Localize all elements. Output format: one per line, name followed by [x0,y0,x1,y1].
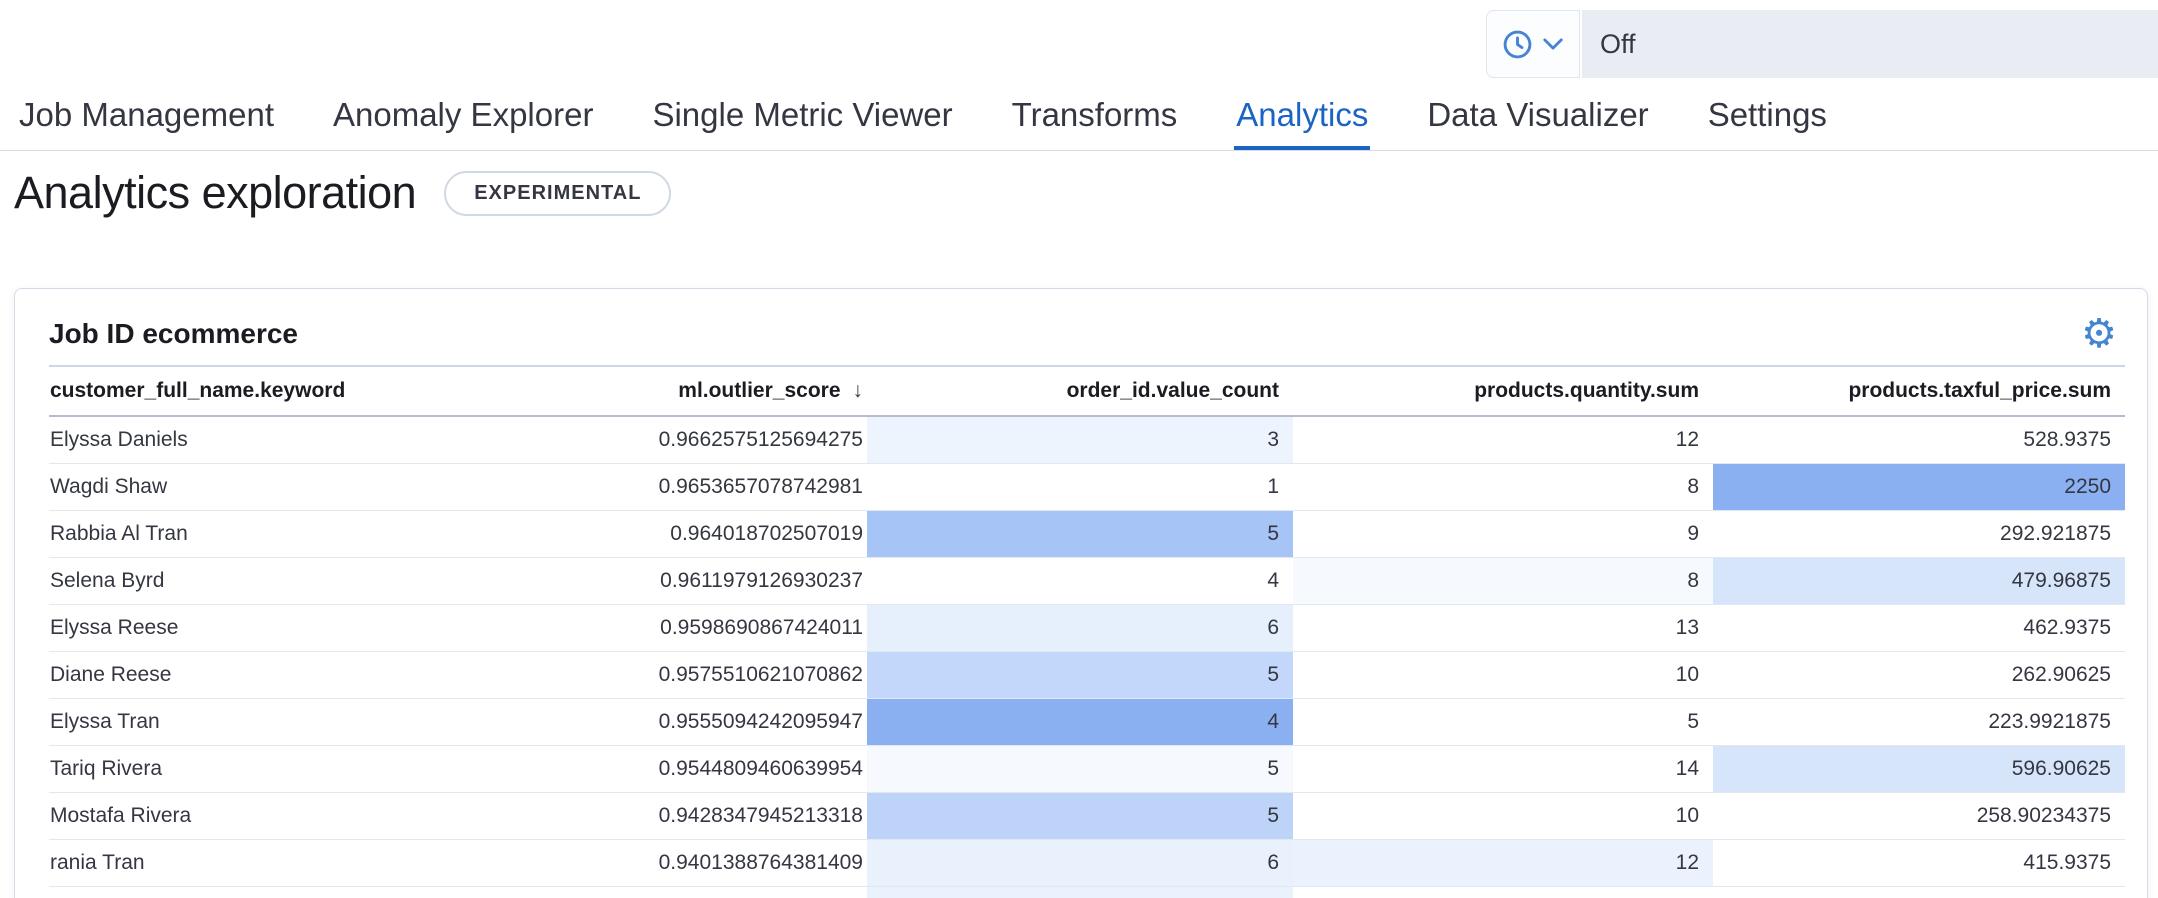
tab-anomaly-explorer[interactable]: Anomaly Explorer [331,79,595,150]
refresh-interval-picker: Off [1486,10,2158,78]
cell-name: Mostafa Rivera [49,793,641,840]
cell-name: rania Tran [49,840,641,887]
cell-orders: 5 [867,746,1293,793]
cell-orders: 5 [867,793,1293,840]
cell-name: Elyssa Tran [49,699,641,746]
outliers-results-table: customer_full_name.keywordml.outlier_sco… [49,367,2125,898]
table-row: Diane Reese0.9575510621070862510262.9062… [49,652,2125,699]
column-header-orders[interactable]: order_id.value_count [867,367,1293,416]
table-row: Selena Byrd0.961197912693023748479.96875 [49,558,2125,605]
table-row: Elyssa Tran0.955509424209594745223.99218… [49,699,2125,746]
refresh-interval-value[interactable]: Off [1582,10,2158,78]
cell-quantity: 12 [1293,416,1713,464]
cell-quantity: 13 [1293,605,1713,652]
cell-name: Rabbia Al Tran [49,511,641,558]
tab-data-visualizer[interactable]: Data Visualizer [1425,79,1650,150]
cell-price: 292.921875 [1713,511,2125,558]
chevron-down-icon [1542,37,1564,51]
cell-quantity: 12 [1293,840,1713,887]
cell-quantity: 12 [1293,887,1713,898]
tab-settings[interactable]: Settings [1706,79,1829,150]
cell-name: Tariq Rivera [49,746,641,793]
tab-single-metric-viewer[interactable]: Single Metric Viewer [650,79,954,150]
cell-orders: 5 [867,652,1293,699]
tab-analytics[interactable]: Analytics [1234,79,1370,150]
cell-orders: 5 [867,511,1293,558]
cell-orders: 4 [867,558,1293,605]
results-panel: Job ID ecommerce ⚙ customer_full_name.ke… [14,288,2148,898]
cell-score: 0.9428347945213318 [641,793,867,840]
cell-quantity: 14 [1293,746,1713,793]
column-header-quantity[interactable]: products.quantity.sum [1293,367,1713,416]
clock-icon [1502,29,1533,60]
cell-score: 0.9544809460639954 [641,746,867,793]
cell-orders: 6 [867,605,1293,652]
cell-name: Elyssa Reese [49,605,641,652]
cell-score: 0.9662575125694275 [641,416,867,464]
cell-price: 262.90625 [1713,652,2125,699]
ml-analytics-exploration-page: Off Job Management Anomaly Explorer Single… [0,0,2158,898]
cell-orders: 6 [867,840,1293,887]
table-row: Tariq Rivera0.9544809460639954514596.906… [49,746,2125,793]
table-header-row: customer_full_name.keywordml.outlier_sco… [49,367,2125,416]
cell-quantity: 9 [1293,511,1713,558]
page-title: Analytics exploration [14,167,416,219]
cell-score: 0.9555094242095947 [641,699,867,746]
refresh-settings-button[interactable] [1486,10,1580,78]
cell-score: 0.9598690867424011 [641,605,867,652]
cell-quantity: 8 [1293,558,1713,605]
cell-price: 462.9375 [1713,605,2125,652]
table-row: Elyssa Daniels0.9662575125694275312528.9… [49,416,2125,464]
cell-quantity: 10 [1293,652,1713,699]
table-row: Rabbia Al Tran0.96401870250701959292.921… [49,511,2125,558]
column-header-name[interactable]: customer_full_name.keyword [49,367,641,416]
cell-orders: 1 [867,464,1293,511]
cell-score: 0.9611979126930237 [641,558,867,605]
column-header-score[interactable]: ml.outlier_score↓ [641,367,867,416]
table-row: Elyssa Reese0.9598690867424011613462.937… [49,605,2125,652]
results-panel-header: Job ID ecommerce ⚙ [49,315,2125,353]
cell-score: 0.9575510621070862 [641,652,867,699]
ml-nav-tabs: Job Management Anomaly Explorer Single Met… [0,79,2158,151]
cell-name: Elyssa Daniels [49,416,641,464]
cell-name: Diane Reese [49,652,641,699]
tab-job-management[interactable]: Job Management [17,79,276,150]
cell-quantity: 5 [1293,699,1713,746]
column-header-price[interactable]: products.taxful_price.sum [1713,367,2125,416]
cell-score: 0.9653657078742981 [641,464,867,511]
table-row: rania Tran0.9401388764381409612415.9375 [49,840,2125,887]
cell-price: 596.90625 [1713,746,2125,793]
experimental-badge: EXPERIMENTAL [444,171,671,216]
cell-name: Elyssa Morrison [49,887,641,898]
page-header: Analytics exploration EXPERIMENTAL [14,150,671,236]
table-row: Elyssa Morrison0.9385035037994385512316.… [49,887,2125,898]
cell-price: 479.96875 [1713,558,2125,605]
cell-quantity: 10 [1293,793,1713,840]
cell-name: Wagdi Shaw [49,464,641,511]
cell-price: 2250 [1713,464,2125,511]
cell-price: 316.8359375 [1713,887,2125,898]
cell-price: 258.90234375 [1713,793,2125,840]
cell-price: 528.9375 [1713,416,2125,464]
cell-price: 223.9921875 [1713,699,2125,746]
cell-orders: 5 [867,887,1293,898]
gear-icon[interactable]: ⚙ [2075,314,2123,354]
job-id-title: Job ID ecommerce [49,318,298,350]
cell-orders: 3 [867,416,1293,464]
cell-orders: 4 [867,699,1293,746]
cell-score: 0.964018702507019 [641,511,867,558]
table-row: Mostafa Rivera0.9428347945213318510258.9… [49,793,2125,840]
cell-name: Selena Byrd [49,558,641,605]
cell-score: 0.9401388764381409 [641,840,867,887]
cell-quantity: 8 [1293,464,1713,511]
tab-transforms[interactable]: Transforms [1010,79,1180,150]
sort-descending-icon: ↓ [853,379,864,402]
cell-score: 0.9385035037994385 [641,887,867,898]
table-row: Wagdi Shaw0.9653657078742981182250 [49,464,2125,511]
cell-price: 415.9375 [1713,840,2125,887]
